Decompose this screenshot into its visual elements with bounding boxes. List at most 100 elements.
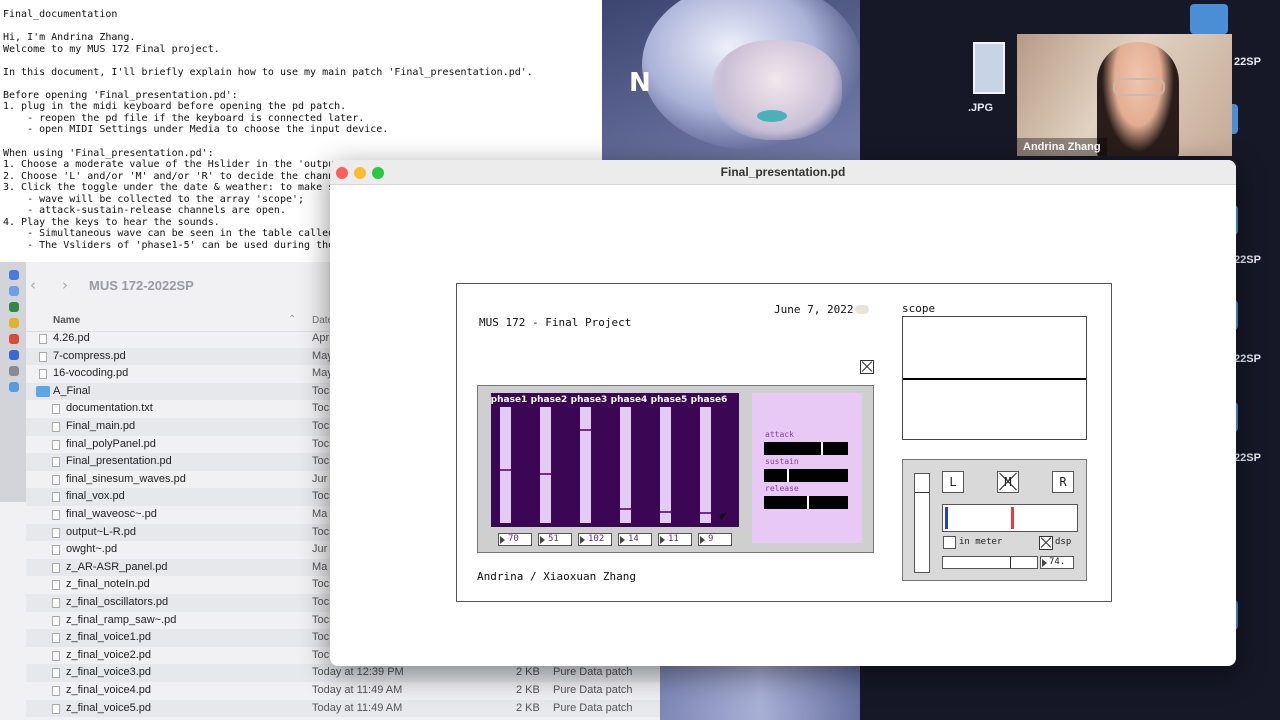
file-size: 2 KB [516,666,540,679]
phase-vslider-knob[interactable] [620,508,631,510]
phase-vslider[interactable] [620,407,631,523]
file-date: Toc [312,613,330,626]
phase-label: phase2 [530,395,568,405]
file-date: Today at 11:49 AM [312,684,403,696]
file-name: z_final_ramp_saw~.pd [66,613,177,626]
app-icon[interactable] [9,318,19,328]
phase-vslider-knob[interactable] [540,473,551,475]
channel-l-button[interactable]: L [942,471,964,493]
phase-vslider[interactable] [700,407,711,523]
dsp-toggle[interactable] [1039,536,1053,550]
app-icon[interactable] [9,302,19,312]
channel-m-button[interactable]: M [997,471,1019,493]
jpg-file-icon[interactable] [973,42,1005,94]
patch-canvas[interactable]: MUS 172 - Final Project June 7, 2022 And… [456,283,1112,602]
app-icon[interactable] [9,334,19,344]
file-name: documentation.txt [66,402,153,415]
file-date: Jur [312,543,328,556]
in-meter-label: in meter [959,537,1003,547]
envelope-hslider-knob[interactable] [821,442,823,455]
file-kind: Pure Data patch [553,701,633,714]
file-date: Today at 11:49 AM [312,701,403,714]
phase-number-box[interactable]: 70 [498,533,532,546]
phase-vslider[interactable] [660,407,671,523]
column-name[interactable]: Name [53,315,80,326]
file-date: Toc [312,402,330,415]
app-icon[interactable] [9,382,19,392]
desktop-folder-icon[interactable] [1190,4,1228,34]
participant-name: Andrina Zhang [1017,138,1107,156]
app-icon[interactable] [9,286,19,296]
file-date: Toc [312,455,330,468]
scope-label: scope [902,302,936,315]
dsp-label: dsp [1055,537,1072,547]
phase-number-box[interactable]: 51 [538,533,572,546]
document-icon [39,369,47,380]
document-icon [52,615,60,626]
dock-sidebar [0,262,26,502]
finder-title: MUS 172-2022SP [89,278,194,293]
pd-patch-window[interactable]: Final_presentation.pd MUS 172 - Final Pr… [330,160,1236,666]
file-row[interactable]: z_final_voice4.pd Today at 11:49 AM 2 KB Pu… [26,682,660,700]
envelope-hslider-knob[interactable] [787,469,789,482]
phase-vslider-knob[interactable] [700,512,711,514]
sort-chevron-icon: ⌃ [288,314,297,325]
envelope-hslider[interactable] [764,496,848,509]
document-icon [39,351,47,362]
file-date: Ma [312,560,328,573]
file-name: output~L-R.pd [66,525,137,538]
document-icon [52,580,60,591]
phase-vslider[interactable] [500,407,511,523]
app-icon[interactable] [9,366,19,376]
file-date: Ma [312,508,328,520]
document-icon [52,562,60,573]
document-icon [52,598,60,608]
back-icon[interactable]: ‹ [30,276,36,294]
envelope-hslider[interactable] [764,442,848,455]
output-number-box[interactable]: 74. [1040,556,1074,569]
file-name: final_sinesum_waves.pd [66,472,186,485]
file-row[interactable]: z_final_voice3.pd Today at 12:39 PM 2 KB Pu… [26,664,660,682]
output-gain-hslider[interactable] [942,556,1038,569]
document-icon [52,457,60,468]
envelope-label: sustain [765,457,799,466]
app-icon[interactable] [9,270,19,280]
output-panel: L M R in meter dsp 74. [902,459,1087,581]
phase-vslider-knob[interactable] [500,469,511,471]
file-name: z_final_voice1.pd [66,631,152,644]
file-size: 2 KB [516,684,540,696]
phase-vslider[interactable] [540,407,551,523]
in-meter-checkbox[interactable] [943,536,956,549]
phase-vslider-knob[interactable] [660,511,671,513]
file-name: Final_presentation.pd [66,455,172,468]
output-volume-vslider[interactable] [914,473,930,573]
phase-label: phase6 [690,395,728,405]
start-toggle[interactable] [860,360,874,374]
file-name: z_final_oscillators.pd [66,596,169,608]
phase-vslider[interactable] [580,407,591,523]
scope-array[interactable] [902,316,1087,440]
envelope-hslider-knob[interactable] [807,496,809,509]
desktop-folder-label: 22SP [1234,452,1261,464]
file-name: owght~.pd [66,543,118,556]
app-icon[interactable] [9,350,19,360]
level-meter [942,504,1078,532]
channel-r-button[interactable]: R [1052,471,1074,493]
file-row[interactable]: z_final_voice5.pd Today at 11:49 AM 2 KB Pu… [26,699,660,718]
phase-number-box[interactable]: 11 [658,533,692,546]
jpg-file-label: .JPG [968,102,994,114]
poly-panel: phase1 phase2 phase3 phase4 phase5 phase6 70 5… [477,385,874,553]
phase-number-box[interactable]: 102 [578,533,612,546]
envelope-hslider[interactable] [764,469,848,482]
phase-number-box[interactable]: 9 [698,533,732,546]
phase-label: phase3 [570,395,608,405]
desktop-folder-label: 22SP [1234,353,1261,365]
forward-icon[interactable]: › [62,276,68,294]
file-date: Toc [312,578,330,591]
window-titlebar: Final_presentation.pd [330,160,1236,185]
phase-number-box[interactable]: 14 [618,533,652,546]
phase-label: phase1 [490,395,528,405]
project-title: MUS 172 - Final Project [479,316,632,329]
document-icon [52,668,60,679]
phase-vslider-knob[interactable] [580,429,591,431]
